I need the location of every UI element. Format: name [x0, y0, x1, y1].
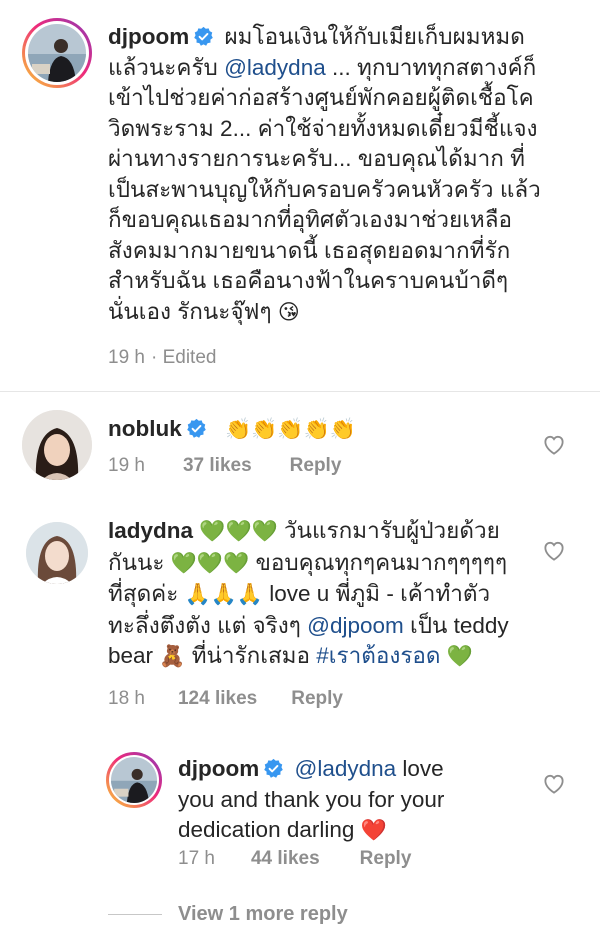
green-heart-emoji: 💚 [446, 645, 473, 668]
avatar-djpoom[interactable] [111, 757, 157, 803]
reply-button[interactable]: Reply [360, 848, 412, 869]
comments-screen: djpoom ผมโอนเงินให้กับเมียเก็บผมหมด แล้ว… [0, 0, 600, 936]
avatar-nobluk[interactable] [22, 410, 92, 480]
red-heart-emoji: ❤️ [360, 819, 387, 842]
edited-label: · Edited [150, 347, 217, 368]
verified-badge-icon [264, 758, 284, 778]
comment-meta: 17 h 44 likes Reply [178, 848, 449, 870]
kiss-emoji: 😘 [277, 300, 300, 324]
pray-emoji: 🙏🙏🙏 [184, 583, 264, 606]
green-heart-emoji: 💚💚💚 [199, 520, 278, 543]
likes-count[interactable]: 124 likes [178, 688, 257, 709]
timestamp: 18 h [108, 688, 145, 709]
username-nobluk[interactable]: nobluk [108, 416, 182, 441]
likes-count[interactable]: 37 likes [183, 455, 252, 476]
reply-button[interactable]: Reply [290, 455, 342, 476]
comment-meta: 19 h 37 likes Reply [108, 455, 379, 477]
comment-meta: 19 h · Edited [108, 347, 254, 369]
avatar-ladydna[interactable] [26, 522, 88, 584]
mention-ladydna[interactable]: @ladydna [295, 756, 397, 781]
avatar-photo [111, 757, 157, 803]
reply-body-djpoom: djpoom @ladydna love you and thank you f… [178, 756, 445, 842]
mention-ladydna[interactable]: @ladydna [224, 55, 326, 80]
verified-badge-icon [186, 418, 206, 438]
timestamp: 19 h [108, 455, 145, 476]
comment-body-djpoom: djpoom ผมโอนเงินให้กับเมียเก็บผมหมด แล้ว… [108, 24, 541, 324]
view-more-replies-button[interactable]: View 1 more reply [178, 903, 348, 926]
divider [0, 391, 600, 392]
reply-button[interactable]: Reply [291, 688, 343, 709]
likes-count[interactable]: 44 likes [251, 848, 320, 869]
verified-badge-icon [194, 26, 214, 46]
timestamp: 17 h [178, 848, 215, 869]
hashtag-link[interactable]: #เราต้องรอด [316, 643, 440, 668]
heart-icon[interactable] [543, 435, 565, 455]
mention-djpoom[interactable]: @djpoom [307, 613, 404, 638]
username-djpoom[interactable]: djpoom [108, 24, 189, 49]
green-heart-emoji: 💚💚💚 [170, 551, 250, 575]
avatar-photo [28, 24, 86, 82]
avatar-photo [26, 522, 88, 584]
view-more-divider [108, 914, 162, 915]
timestamp: 19 h [108, 347, 145, 368]
avatar-djpoom[interactable] [28, 24, 86, 82]
comment-meta: 18 h 124 likes Reply [108, 688, 381, 710]
clap-emoji: 👏👏👏👏👏 [225, 418, 356, 441]
heart-icon[interactable] [543, 774, 565, 794]
username-ladydna[interactable]: ladydna [108, 518, 193, 543]
heart-icon[interactable] [543, 541, 565, 561]
teddy-bear-emoji: 🧸 [159, 645, 186, 668]
comment-body-ladydna: ladydna 💚💚💚 วันแรกมารับผู้ป่วยด้วย กันนะ… [108, 518, 509, 668]
comment-body-nobluk: nobluk 👏👏👏👏👏 [108, 414, 356, 446]
avatar-photo [22, 410, 92, 480]
username-djpoom[interactable]: djpoom [178, 756, 259, 781]
